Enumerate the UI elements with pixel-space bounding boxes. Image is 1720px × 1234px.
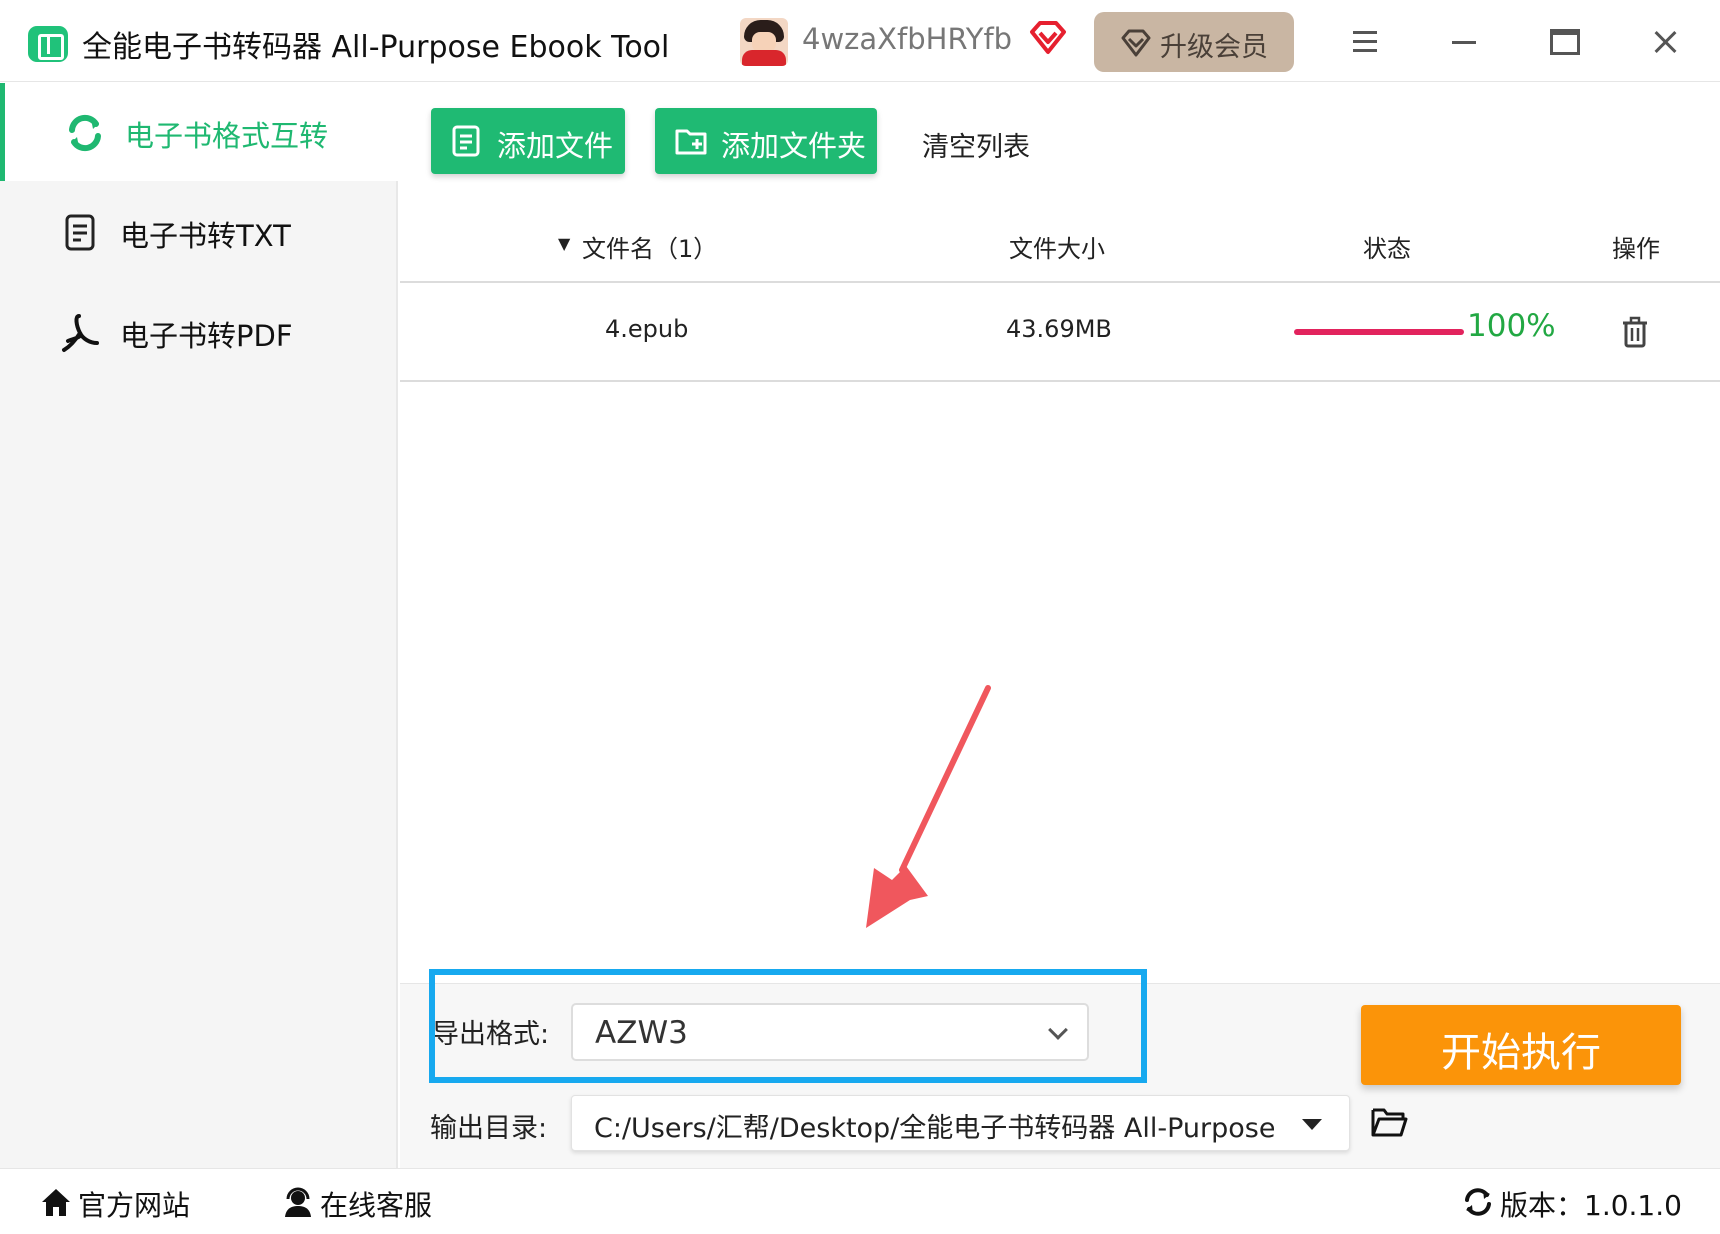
add-file-button[interactable]: 添加文件	[431, 108, 625, 174]
file-size-cell: 43.69MB	[1006, 315, 1112, 343]
upgrade-label: 升级会员	[1160, 32, 1268, 63]
folder-add-icon	[675, 129, 707, 155]
version-check[interactable]: 版本：1.0.1.0	[1462, 1184, 1702, 1224]
row-divider	[400, 380, 1720, 382]
output-dir-label: 输出目录:	[430, 1113, 548, 1144]
headset-icon	[285, 1187, 311, 1217]
file-name-cell: 4.epub	[605, 315, 689, 343]
username: 4wzaXfbHRYfb	[802, 22, 1013, 56]
add-file-label: 添加文件	[497, 129, 614, 163]
online-support-label: 在线客服	[320, 1189, 433, 1222]
refresh-icon	[69, 114, 101, 152]
output-dir-select[interactable]: C:/Users/汇帮/Desktop/全能电子书转码器 All-Purpose…	[571, 1095, 1350, 1151]
app-title: 全能电子书转码器 All-Purpose Ebook Tool	[82, 30, 670, 65]
clear-list-button[interactable]: 清空列表	[922, 125, 1030, 164]
progress-percent: 100%	[1467, 308, 1556, 344]
refresh-icon	[1465, 1188, 1491, 1216]
sidebar-item-label: 电子书格式互转	[125, 119, 329, 153]
sidebar-item-format-convert[interactable]: 电子书格式互转	[0, 83, 398, 181]
maximize-button[interactable]	[1540, 20, 1590, 64]
file-add-icon	[452, 125, 480, 157]
menu-button[interactable]	[1340, 20, 1390, 64]
header-divider	[400, 281, 1720, 283]
app-logo-icon	[28, 26, 68, 62]
folder-open-icon[interactable]	[1370, 1105, 1408, 1139]
online-support-link[interactable]: 在线客服	[282, 1184, 452, 1224]
close-button[interactable]	[1640, 20, 1690, 64]
vip-diamond-icon	[1030, 21, 1066, 54]
caret-down-icon	[1302, 1119, 1322, 1130]
annotation-arrow	[866, 685, 991, 928]
sort-caret-icon[interactable]: ▼	[558, 234, 570, 253]
status-bar: 官方网站 在线客服 版本：1.0.1.0	[0, 1168, 1720, 1234]
sidebar: 电子书格式互转 电子书转TXT 电子书转PDF	[0, 83, 398, 1168]
column-header-status: 状态	[1363, 235, 1411, 263]
user-avatar[interactable]	[740, 18, 788, 66]
sidebar-item-label: 电子书转TXT	[120, 219, 291, 253]
title-bar: 全能电子书转码器 All-Purpose Ebook Tool 4wzaXfbH…	[0, 0, 1720, 82]
delete-icon[interactable]	[1620, 315, 1650, 349]
upgrade-vip-button[interactable]: 升级会员	[1094, 12, 1294, 72]
official-website-label: 官方网站	[78, 1189, 191, 1222]
output-dir-value: C:/Users/汇帮/Desktop/全能电子书转码器 All-Purpose…	[594, 1113, 1274, 1144]
column-header-size: 文件大小	[1009, 235, 1105, 263]
sidebar-item-to-pdf[interactable]: 电子书转PDF	[0, 283, 398, 381]
column-header-action: 操作	[1612, 235, 1660, 263]
diamond-icon	[1121, 29, 1151, 57]
official-website-link[interactable]: 官方网站	[40, 1184, 200, 1224]
add-folder-button[interactable]: 添加文件夹	[655, 108, 877, 174]
start-label: 开始执行	[1441, 1030, 1601, 1076]
document-icon	[65, 214, 95, 251]
version-label: 版本：1.0.1.0	[1500, 1189, 1682, 1222]
acrobat-icon	[62, 314, 99, 352]
sidebar-item-to-txt[interactable]: 电子书转TXT	[0, 183, 398, 281]
progress-bar	[1294, 329, 1464, 335]
start-button[interactable]: 开始执行	[1361, 1005, 1681, 1085]
minimize-button[interactable]	[1440, 20, 1490, 64]
highlight-box	[429, 969, 1147, 1083]
add-folder-label: 添加文件夹	[721, 129, 867, 163]
sidebar-item-label: 电子书转PDF	[120, 319, 293, 353]
column-header-filename[interactable]: 文件名（1）	[582, 229, 717, 264]
home-icon	[42, 1189, 70, 1216]
